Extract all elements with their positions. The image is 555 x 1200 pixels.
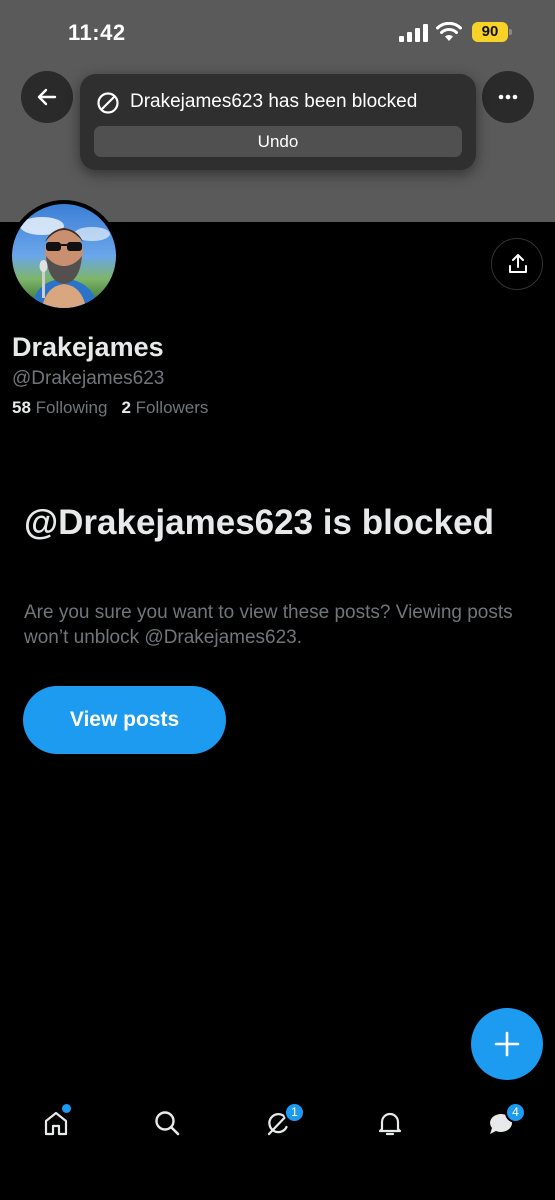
more-button[interactable]	[482, 71, 534, 123]
followers-link[interactable]: 2 Followers	[121, 398, 208, 417]
search-icon	[155, 1111, 180, 1136]
status-bar: 11:42 90	[0, 0, 555, 66]
following-count: 58	[12, 398, 31, 417]
signal-icon	[399, 24, 428, 42]
bottom-nav	[0, 1088, 555, 1200]
following-link[interactable]: 58 Following	[12, 398, 107, 417]
share-icon	[509, 254, 527, 273]
battery-icon: 90	[472, 22, 512, 42]
follow-stats: 58 Following 2 Followers	[12, 398, 208, 418]
view-posts-button[interactable]: View posts	[23, 686, 226, 754]
battery-level: 90	[472, 22, 508, 42]
avatar[interactable]	[8, 200, 120, 312]
arrow-left-icon	[37, 88, 57, 106]
blocked-description: Are you sure you want to view these post…	[24, 602, 513, 648]
plus-icon	[494, 1031, 520, 1057]
toast-message: Drakejames623 has been blocked	[130, 91, 418, 112]
grok-badge: 1	[284, 1102, 305, 1123]
wifi-icon	[436, 22, 462, 41]
followers-count: 2	[121, 398, 131, 417]
blocked-title: @Drakejames623 is blocked	[24, 503, 494, 542]
undo-button[interactable]: Undo	[94, 126, 462, 157]
display-name: Drakejames	[12, 332, 164, 362]
nav-notifications[interactable]	[373, 1106, 407, 1140]
share-button[interactable]	[491, 238, 543, 290]
following-label: Following	[35, 398, 108, 417]
compose-button[interactable]	[471, 1008, 543, 1080]
bell-icon	[378, 1112, 402, 1136]
profile-handle: @Drakejames623	[12, 368, 165, 389]
more-horizontal-icon	[498, 94, 518, 100]
status-time: 11:42	[68, 20, 126, 45]
block-icon	[97, 92, 119, 114]
avatar-photo	[12, 204, 116, 308]
back-button[interactable]	[21, 71, 73, 123]
blocked-toast: Drakejames623 has been blocked Undo	[80, 74, 476, 170]
messages-badge: 4	[505, 1102, 526, 1123]
nav-search[interactable]	[150, 1106, 184, 1140]
followers-label: Followers	[135, 398, 209, 417]
home-notification-dot	[62, 1104, 71, 1113]
